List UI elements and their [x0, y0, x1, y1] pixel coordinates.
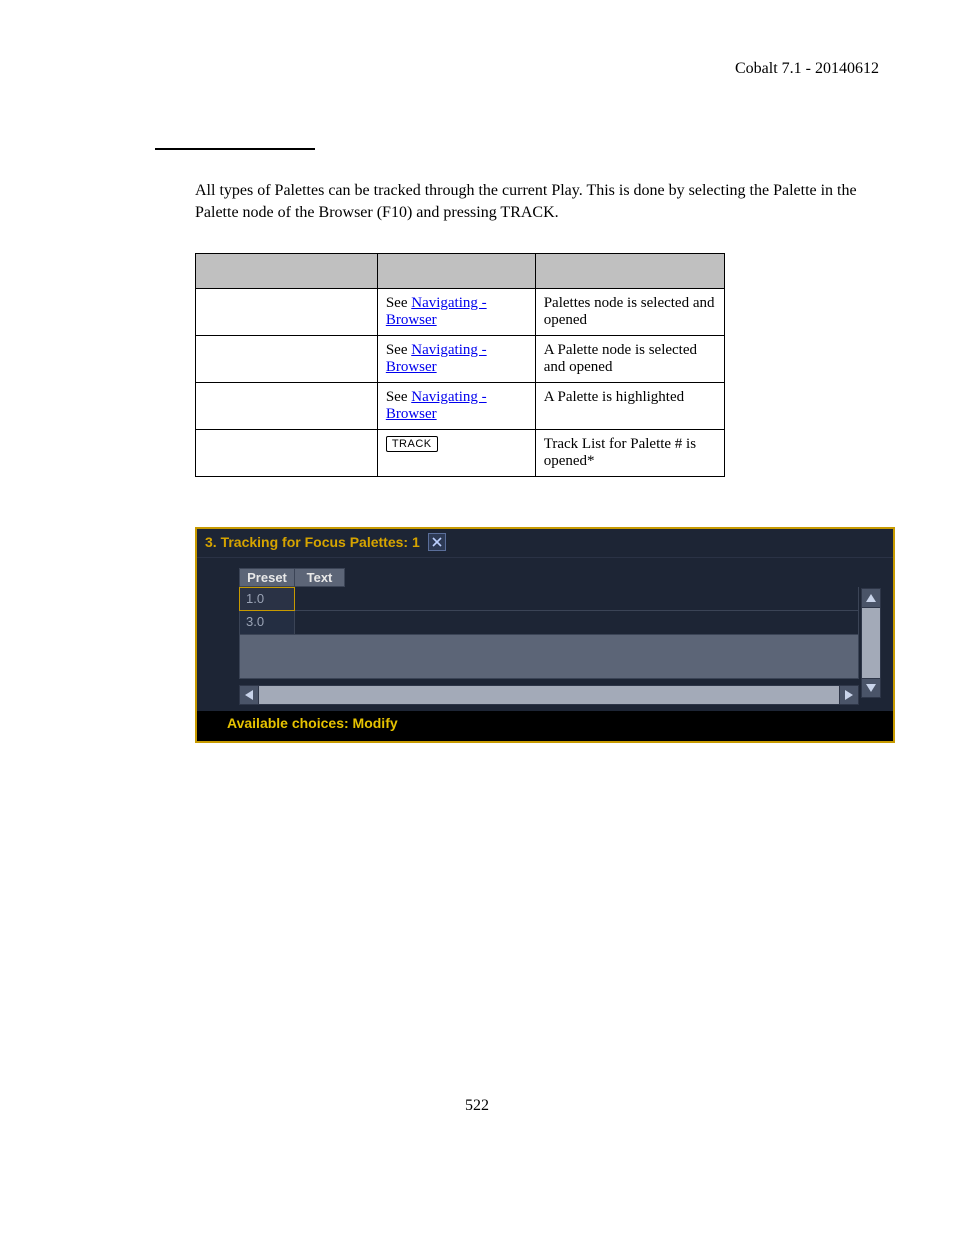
table-row: TRACK Track List for Palette # is opened…: [196, 430, 725, 477]
chevron-right-icon: [843, 689, 855, 701]
panel-footer: Available choices: Modify: [197, 711, 893, 741]
horizontal-scrollbar[interactable]: [239, 685, 859, 705]
table-header-action: [196, 254, 378, 289]
grid-cell-preset[interactable]: 1.0: [239, 587, 295, 611]
scroll-right-button[interactable]: [839, 685, 859, 705]
vertical-scroll-track[interactable]: [861, 608, 881, 678]
page-header: Cobalt 7.1 - 20140612: [75, 60, 879, 78]
chevron-up-icon: [865, 592, 877, 604]
cell-console: See Navigating - Browser: [377, 336, 535, 383]
tracking-panel: 3. Tracking for Focus Palettes: 1 Preset…: [195, 527, 895, 743]
cell-action: [196, 383, 378, 430]
vertical-scrollbar[interactable]: [861, 588, 881, 698]
page-number: 522: [0, 1097, 954, 1115]
grid-header-text[interactable]: Text: [295, 568, 345, 587]
cell-feedback: A Palette node is selected and opened: [535, 336, 724, 383]
close-button[interactable]: [428, 533, 446, 551]
instruction-table: See Navigating - Browser Palettes node i…: [195, 253, 725, 477]
panel-body: Preset Text 1.0 3.0: [197, 558, 893, 711]
intro-paragraph: All types of Palettes can be tracked thr…: [195, 180, 879, 223]
grid-header-row: Preset Text: [239, 568, 881, 587]
cell-action: [196, 430, 378, 477]
cell-feedback: A Palette is highlighted: [535, 383, 724, 430]
horizontal-scroll-track[interactable]: [259, 685, 839, 705]
close-icon: [432, 537, 442, 547]
panel-titlebar: 3. Tracking for Focus Palettes: 1: [197, 529, 893, 558]
grid-empty-area: [239, 635, 859, 679]
table-header-row: [196, 254, 725, 289]
cell-feedback: Track List for Palette # is opened*: [535, 430, 724, 477]
cell-console: See Navigating - Browser: [377, 383, 535, 430]
scroll-left-button[interactable]: [239, 685, 259, 705]
cell-action: [196, 336, 378, 383]
panel-footer-text: Available choices: Modify: [227, 715, 398, 731]
table-row: See Navigating - Browser Palettes node i…: [196, 289, 725, 336]
section-divider: [155, 148, 315, 150]
table-row: See Navigating - Browser A Palette is hi…: [196, 383, 725, 430]
grid-row[interactable]: 3.0: [239, 611, 859, 635]
cell-console: See Navigating - Browser: [377, 289, 535, 336]
grid-header-preset[interactable]: Preset: [239, 568, 295, 587]
table-row: See Navigating - Browser A Palette node …: [196, 336, 725, 383]
see-prefix: See: [386, 295, 411, 311]
track-keycap: TRACK: [386, 436, 438, 452]
grid-cell-text[interactable]: [295, 587, 859, 611]
cell-console: TRACK: [377, 430, 535, 477]
grid-cell-preset[interactable]: 3.0: [239, 611, 295, 635]
see-prefix: See: [386, 389, 411, 405]
panel-title: 3. Tracking for Focus Palettes: 1: [205, 534, 420, 550]
cell-action: [196, 289, 378, 336]
grid-data-area: 1.0 3.0: [239, 587, 859, 635]
table-header-feedback: [535, 254, 724, 289]
grid-cell-text[interactable]: [295, 611, 859, 635]
chevron-left-icon: [243, 689, 255, 701]
scroll-down-button[interactable]: [861, 678, 881, 698]
table-header-console: [377, 254, 535, 289]
scroll-up-button[interactable]: [861, 588, 881, 608]
see-prefix: See: [386, 342, 411, 358]
grid-row[interactable]: 1.0: [239, 587, 859, 611]
cell-feedback: Palettes node is selected and opened: [535, 289, 724, 336]
chevron-down-icon: [865, 682, 877, 694]
